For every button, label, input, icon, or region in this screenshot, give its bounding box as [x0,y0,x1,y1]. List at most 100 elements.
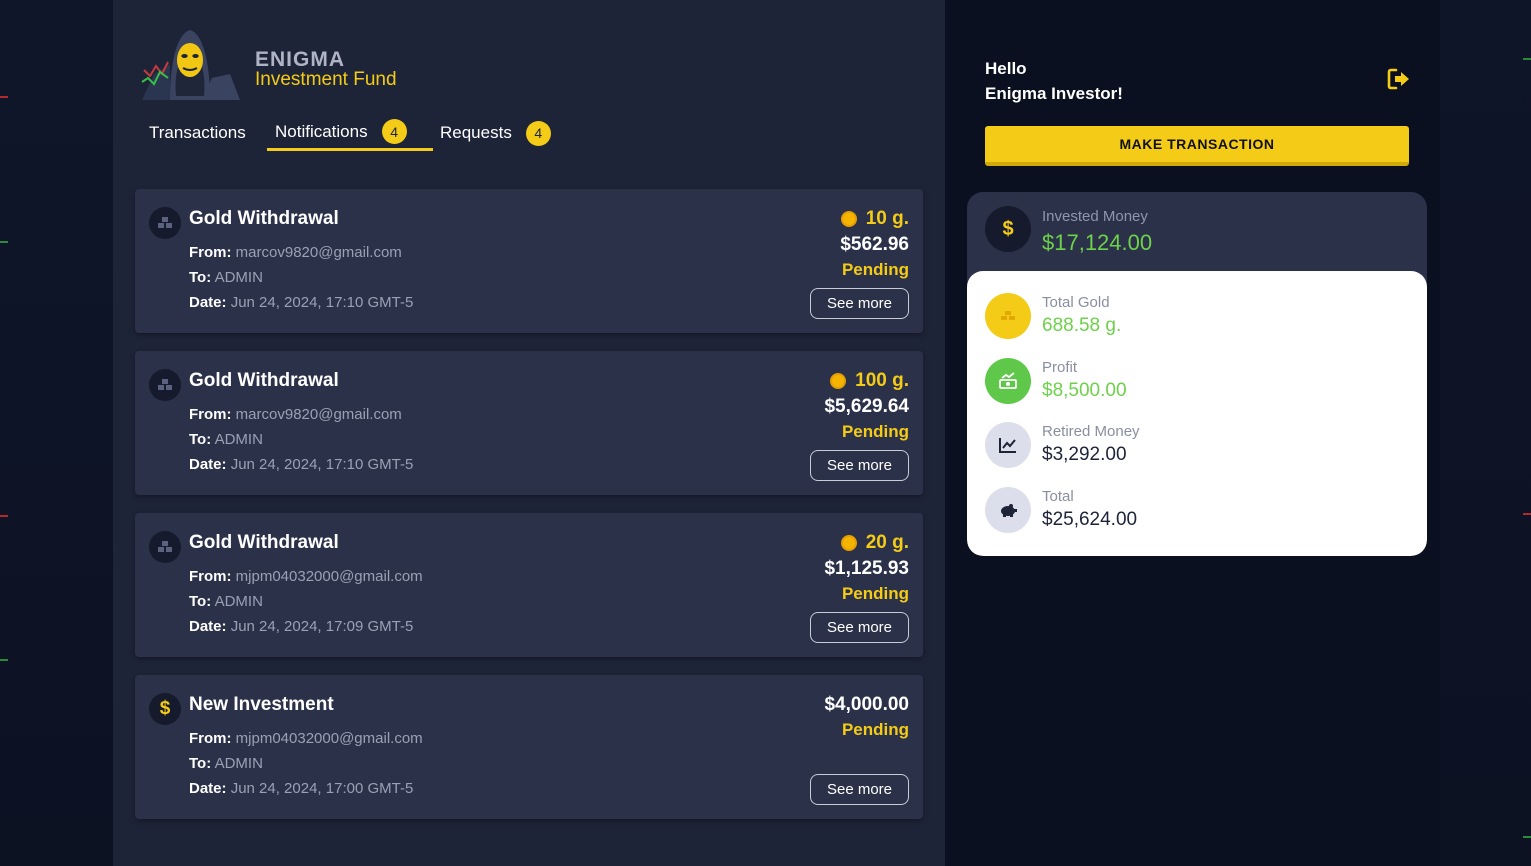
requests-count-badge: 4 [525,120,551,146]
background-left-panel [0,0,113,866]
gold-bars-icon [985,293,1031,339]
notifications-count-badge: 4 [381,119,407,144]
notification-grams: 10 g. [840,208,909,230]
notification-from: From: mjpm04032000@gmail.com [189,568,423,585]
notification-title: Gold Withdrawal [189,208,339,229]
tab-label: Requests [440,123,512,142]
grams-value: 10 g. [865,208,909,229]
gold-bars-icon [149,531,181,563]
candle-tick [1523,513,1531,515]
notification-date: Date: Jun 24, 2024, 17:00 GMT-5 [189,780,413,797]
notification-title: Gold Withdrawal [189,532,339,553]
notification-date: Date: Jun 24, 2024, 17:10 GMT-5 [189,456,413,473]
enigma-mask-logo-icon [141,30,240,100]
notification-card: Gold Withdrawal From: mjpm04032000@gmail… [135,513,923,657]
invested-money-value: $17,124.00 [1042,230,1153,255]
dollar-icon: $ [985,206,1031,252]
greeting-hello: Hello [985,59,1027,78]
invested-money-label: Invested Money [1042,208,1148,225]
dollar-icon: $ [149,693,181,725]
coin-icon [840,535,857,551]
notification-amount: $562.96 [840,234,909,255]
notification-status: Pending [841,422,909,441]
coin-icon [840,211,857,227]
see-more-button[interactable]: See more [810,612,909,643]
date-value: Jun 24, 2024, 17:10 GMT-5 [230,456,414,473]
notification-title: Gold Withdrawal [189,370,339,391]
background-right-panel [1440,0,1531,866]
notification-from: From: mjpm04032000@gmail.com [189,730,423,747]
notification-summary: 100 g. $5,629.64 Pending [824,370,909,444]
candle-tick [1523,58,1531,60]
portfolio-summary-card: $ Invested Money $17,124.00 Total Gold 6… [967,192,1427,556]
from-email: marcov9820@gmail.com [235,244,402,261]
see-more-button[interactable]: See more [810,450,909,481]
notification-to: To: ADMIN [189,593,263,610]
gold-bars-icon [149,369,181,401]
date-value: Jun 24, 2024, 17:00 GMT-5 [230,780,414,797]
notification-summary: $4,000.00 Pending [824,694,909,742]
date-label: Date: [189,456,227,473]
to-recipient: ADMIN [214,755,263,772]
portfolio-stats: Total Gold 688.58 g. Profit $8,500.00 Re… [967,271,1427,556]
tab-label: Notifications [275,121,368,141]
chart-line-icon [985,422,1031,468]
greeting-name: Enigma Investor! [985,84,1123,103]
date-label: Date: [189,618,227,635]
notification-grams: 100 g. [824,370,909,392]
notification-title: New Investment [189,694,334,715]
from-label: From: [189,730,232,747]
notification-status: Pending [841,720,909,739]
total-value: $25,624.00 [1042,509,1138,530]
notification-summary: 20 g. $1,125.93 Pending [824,532,909,606]
notification-status: Pending [841,584,909,603]
tab-notifications[interactable]: Notifications 4 [267,115,433,151]
to-recipient: ADMIN [214,431,263,448]
candle-tick [0,659,8,661]
brand-logo[interactable]: ENIGMA Investment Fund [140,26,430,100]
see-more-button[interactable]: See more [810,288,909,319]
to-label: To: [189,431,212,448]
candle-tick [0,96,8,98]
date-label: Date: [189,294,227,311]
piggy-bank-icon [985,487,1031,533]
profit-value: $8,500.00 [1042,380,1127,401]
from-label: From: [189,568,232,585]
retired-money-label: Retired Money [1042,423,1140,440]
to-label: To: [189,269,212,286]
date-value: Jun 24, 2024, 17:10 GMT-5 [230,294,414,311]
from-label: From: [189,406,232,423]
to-label: To: [189,593,212,610]
retired-money-value: $3,292.00 [1042,444,1127,465]
candle-tick [0,241,8,243]
notification-status: Pending [841,260,909,279]
see-more-button[interactable]: See more [810,774,909,805]
tab-transactions[interactable]: Transactions [149,115,246,151]
total-label: Total [1042,488,1074,505]
gold-bars-icon [149,207,181,239]
notification-from: From: marcov9820@gmail.com [189,244,402,261]
profit-label: Profit [1042,359,1078,376]
from-label: From: [189,244,232,261]
candle-tick [0,515,8,517]
grams-value: 20 g. [865,532,909,553]
date-label: Date: [189,780,227,797]
tab-requests[interactable]: Requests 4 [440,115,551,151]
notification-amount: $4,000.00 [824,694,909,715]
from-email: mjpm04032000@gmail.com [235,730,423,747]
notification-date: Date: Jun 24, 2024, 17:09 GMT-5 [189,618,413,635]
coin-icon [830,373,847,389]
logout-icon[interactable] [1386,67,1412,91]
total-gold-label: Total Gold [1042,294,1110,311]
notification-grams: 20 g. [824,532,909,554]
tab-label: Transactions [149,123,246,142]
notification-from: From: marcov9820@gmail.com [189,406,402,423]
grams-value: 100 g. [855,370,909,391]
candle-tick [1523,836,1531,838]
to-recipient: ADMIN [214,269,263,286]
make-transaction-button[interactable]: MAKE TRANSACTION [985,126,1409,166]
notification-amount: $5,629.64 [824,396,909,417]
invested-money-section: $ Invested Money $17,124.00 [967,192,1427,272]
to-label: To: [189,755,212,772]
total-gold-value: 688.58 g. [1042,315,1122,336]
